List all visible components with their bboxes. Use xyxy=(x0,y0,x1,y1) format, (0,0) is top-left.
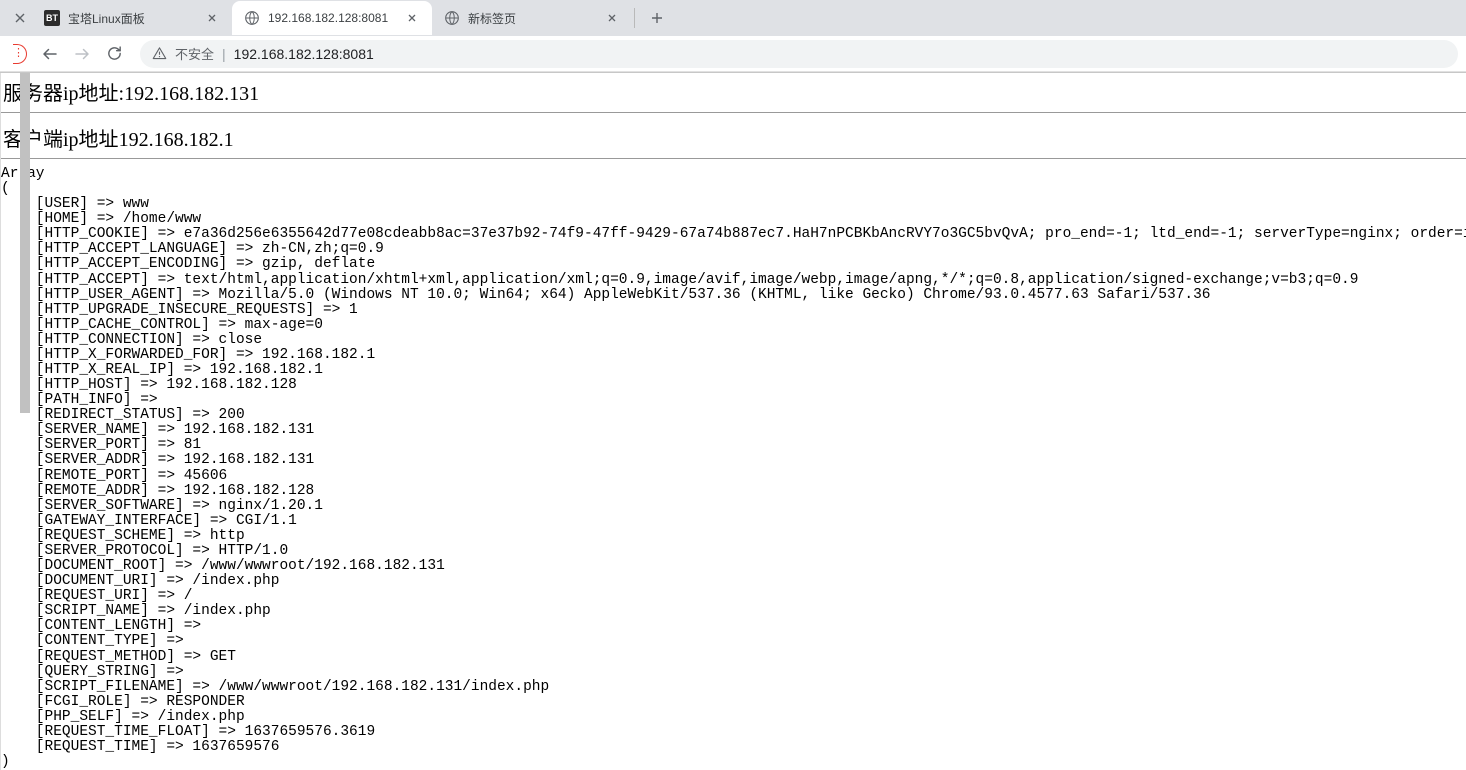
divider xyxy=(1,158,1466,159)
browser-chrome: BT 宝塔Linux面板 192.168.182.128:8081 新标签页 xyxy=(0,0,1466,73)
tab-strip: BT 宝塔Linux面板 192.168.182.128:8081 新标签页 xyxy=(0,0,1466,36)
server-ip-value: 192.168.182.131 xyxy=(124,83,259,105)
tab-newpage[interactable]: 新标签页 xyxy=(432,1,632,35)
tab-current[interactable]: 192.168.182.128:8081 xyxy=(232,1,432,35)
page-body: 服务器ip地址:192.168.182.131 客户端ip地址192.168.1… xyxy=(1,73,1466,770)
content-area: 服务器ip地址:192.168.182.131 客户端ip地址192.168.1… xyxy=(0,73,1466,770)
extension-icon xyxy=(13,44,27,64)
window-close-handle[interactable] xyxy=(8,13,32,23)
reload-icon xyxy=(106,45,123,62)
tab-close-button[interactable] xyxy=(604,10,620,26)
tab-title: 192.168.182.128:8081 xyxy=(268,11,396,25)
close-icon xyxy=(408,14,416,22)
tab-separator xyxy=(634,8,635,28)
globe-icon xyxy=(444,10,460,26)
scroll-gutter[interactable] xyxy=(0,73,1,770)
forward-button[interactable] xyxy=(68,40,96,68)
close-icon xyxy=(608,14,616,22)
warning-icon xyxy=(152,46,167,61)
reload-button[interactable] xyxy=(100,40,128,68)
bt-favicon: BT xyxy=(44,10,60,26)
plus-icon xyxy=(651,12,663,24)
tab-baota[interactable]: BT 宝塔Linux面板 xyxy=(32,1,232,35)
tab-title: 宝塔Linux面板 xyxy=(68,10,196,27)
close-icon xyxy=(208,14,216,22)
divider xyxy=(1,112,1466,113)
extension-handle[interactable] xyxy=(8,44,32,64)
php-array-dump: Array ( [USER] => www [HOME] => /home/ww… xyxy=(1,165,1466,770)
arrow-left-icon xyxy=(41,45,59,63)
globe-icon xyxy=(244,10,260,26)
tab-title: 新标签页 xyxy=(468,10,596,27)
tab-close-button[interactable] xyxy=(404,10,420,26)
url-text: 192.168.182.128:8081 xyxy=(234,46,374,62)
client-ip-line: 客户端ip地址192.168.182.1 xyxy=(1,119,1466,156)
arrow-right-icon xyxy=(73,45,91,63)
url-separator: | xyxy=(222,46,226,62)
new-tab-button[interactable] xyxy=(643,4,671,32)
back-button[interactable] xyxy=(36,40,64,68)
scroll-thumb[interactable] xyxy=(20,73,30,413)
tab-close-button[interactable] xyxy=(204,10,220,26)
close-icon xyxy=(15,13,25,23)
client-ip-value: 192.168.182.1 xyxy=(119,129,234,151)
address-bar[interactable]: 不安全 | 192.168.182.128:8081 xyxy=(140,40,1458,68)
toolbar: 不安全 | 192.168.182.128:8081 xyxy=(0,36,1466,72)
security-label: 不安全 xyxy=(175,44,214,63)
server-ip-line: 服务器ip地址:192.168.182.131 xyxy=(1,73,1466,110)
